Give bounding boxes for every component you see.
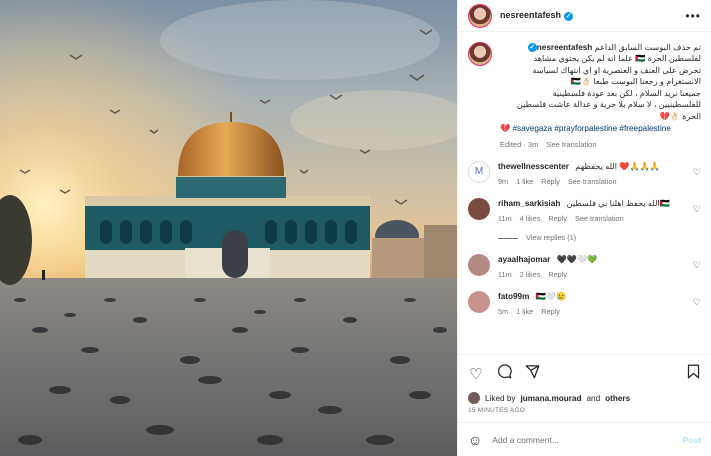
comment-item: riham_sarkisiah الله يحفظ اهلنا بي فلسطي… xyxy=(468,198,701,223)
author-avatar[interactable] xyxy=(468,3,492,28)
comment-avatar[interactable] xyxy=(468,198,490,220)
comments-scroll-area[interactable]: تم حذف البوست السابق الداعم nesreentafes… xyxy=(458,32,711,354)
caption-first-line: تم حذف البوست السابق الداعم nesreentafes… xyxy=(500,42,701,53)
comment-username[interactable]: ayaalhajomar xyxy=(498,255,550,264)
heart-icon[interactable]: ♡ xyxy=(468,365,484,383)
post-image[interactable] xyxy=(0,0,457,456)
comment-avatar[interactable] xyxy=(468,291,490,313)
comment-time: 11m xyxy=(498,214,512,223)
comment-time: 11m xyxy=(498,270,512,279)
caption-line: جميعنا نريد السلام ، لكن بعد عودة فلسطين… xyxy=(552,88,701,98)
caption-line: الانستغرام و رجعنا البوست طبعا 👌🏻🇵🇸 xyxy=(570,77,701,86)
comment-like-heart-icon[interactable]: ♡ xyxy=(693,297,701,308)
add-comment-input[interactable]: Add a comment... xyxy=(492,435,559,445)
comment-like-heart-icon[interactable]: ♡ xyxy=(693,167,701,178)
caption-line: للفلسطينيين ، لا سلام بلا حرية و عدالة ع… xyxy=(516,100,701,109)
share-icon[interactable] xyxy=(524,364,540,383)
reply-button[interactable]: Reply xyxy=(541,177,560,186)
post-side-panel: nesreentafesh ✓ ••• تم حذف البوست السابق … xyxy=(457,0,711,456)
comment-likes[interactable]: 2 likes xyxy=(520,270,541,279)
dome-of-the-rock-illustration xyxy=(0,0,457,456)
caption-line: الحرة 👌🏻💔 xyxy=(659,111,701,121)
comment-text: 🇵🇸🤍😢 xyxy=(535,292,567,301)
post-header: nesreentafesh ✓ ••• xyxy=(458,0,711,32)
post-timestamp: 15 MINUTES AGO xyxy=(468,407,525,414)
comment-time: 5m xyxy=(498,307,509,316)
view-replies-link[interactable]: View replies (1) xyxy=(498,233,701,242)
caption-line: تم حذف البوست السابق الداعم xyxy=(594,43,701,52)
comment-text: الله يحفظ اهلنا بي فلسطين🇵🇸 xyxy=(566,199,671,208)
comment-text: الله يحفظهم ❤️🙏🙏🙏 xyxy=(575,162,661,171)
liked-by-prefix: Liked by xyxy=(485,393,516,403)
liked-by: Liked by jumana.mourad and others xyxy=(458,392,711,404)
comment-item: fato99m 🇵🇸🤍😢 5m 1 like Reply ♡ xyxy=(468,291,701,316)
comment-item: ayaalhajomar 🖤🖤🤍💚 11m 2 likes Reply ♡ xyxy=(468,254,701,279)
reply-button[interactable]: Reply xyxy=(548,270,567,279)
reply-button[interactable]: Reply xyxy=(548,214,567,223)
comment-text: 🖤🖤🤍💚 xyxy=(556,255,598,264)
caption: تم حذف البوست السابق الداعم nesreentafes… xyxy=(468,42,701,149)
comment-time: 9m xyxy=(498,177,509,186)
verified-badge-icon: ✓ xyxy=(564,11,574,21)
bookmark-icon[interactable] xyxy=(685,364,701,383)
see-translation-link[interactable]: See translation xyxy=(568,177,617,186)
comment-likes[interactable]: 1 like xyxy=(516,177,533,186)
comment-item: M thewellnesscenter الله يحفظهم ❤️🙏🙏🙏 9m… xyxy=(468,161,701,186)
edited-time: Edited · 3m xyxy=(500,140,539,149)
caption-username[interactable]: nesreentafesh✓ xyxy=(525,43,592,53)
caption-avatar[interactable] xyxy=(468,42,492,66)
liked-by-and: and xyxy=(586,393,601,403)
comment-username[interactable]: thewellnesscenter xyxy=(498,162,569,171)
add-comment-bar: ☺ Add a comment... Post xyxy=(458,422,711,456)
caption-line: تحرض على العنف و العنصرية او اي انتهاك ل… xyxy=(532,65,701,75)
see-translation-link[interactable]: See translation xyxy=(575,214,624,223)
author-username[interactable]: nesreentafesh ✓ xyxy=(500,10,574,21)
post-comment-button[interactable]: Post xyxy=(683,435,701,445)
comment-username[interactable]: fato99m xyxy=(498,292,529,301)
comment-avatar[interactable] xyxy=(468,254,490,276)
emoji-icon[interactable]: ☺ xyxy=(468,432,482,448)
liked-by-others[interactable]: others xyxy=(605,394,630,403)
caption-meta: Edited · 3m See translation xyxy=(500,140,701,149)
comment-likes[interactable]: 1 like xyxy=(516,307,533,316)
liker-avatar[interactable] xyxy=(468,392,480,404)
comment-like-heart-icon[interactable]: ♡ xyxy=(693,260,701,271)
comment-icon[interactable] xyxy=(496,364,512,383)
verified-badge-icon: ✓ xyxy=(527,43,537,53)
liked-by-user[interactable]: jumana.mourad xyxy=(521,394,582,403)
comment-username[interactable]: riham_sarkisiah xyxy=(498,199,560,208)
caption-hashtags[interactable]: 💔 #savegaza #prayforpalestine #freepales… xyxy=(500,123,701,134)
see-translation-link[interactable]: See translation xyxy=(546,140,596,149)
caption-line: لفلسطين الحرة 🇵🇸 علما انه لم يكن يحتوي م… xyxy=(533,54,701,63)
more-options-icon[interactable]: ••• xyxy=(685,9,701,23)
caption-text: لفلسطين الحرة 🇵🇸 علما انه لم يكن يحتوي م… xyxy=(500,53,701,122)
post-actions-bar: ♡ xyxy=(458,354,711,392)
comment-like-heart-icon[interactable]: ♡ xyxy=(693,204,701,215)
reply-button[interactable]: Reply xyxy=(541,307,560,316)
comment-avatar[interactable]: M xyxy=(468,161,490,183)
comment-likes[interactable]: 4 likes xyxy=(520,214,541,223)
